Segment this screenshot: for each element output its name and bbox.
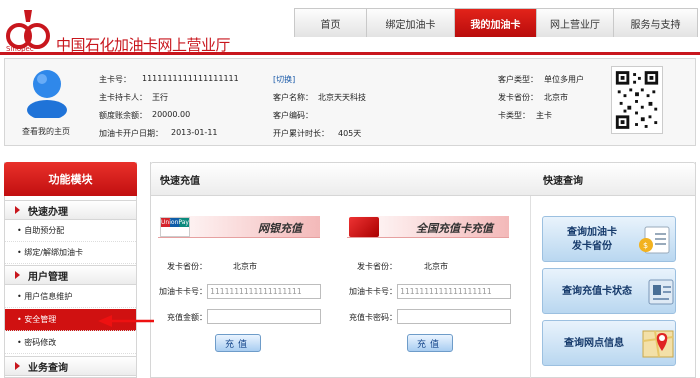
query-prepaid-status-button[interactable]: 查询充值卡状态 [542, 268, 676, 314]
nav-service-support[interactable]: 服务与支持 [614, 9, 697, 37]
customer-name-label: 客户名称： [273, 93, 313, 102]
nav-my-card[interactable]: 我的加油卡 [455, 9, 537, 37]
bank-province-label: 发卡省份： [167, 262, 207, 271]
column-divider [530, 196, 531, 378]
query-label: 查询网点信息 [564, 338, 624, 349]
main-header-bar [150, 162, 696, 196]
bank-province-value: 北京市 [233, 262, 257, 271]
open-date-label: 加油卡开户日期： [99, 129, 163, 138]
map-pin-icon [642, 330, 674, 358]
prepaid-card-icon [349, 217, 379, 237]
sidebar-title: 功能模块 [4, 162, 137, 196]
bank-amount-input[interactable] [207, 309, 321, 324]
nav-home[interactable]: 首页 [295, 9, 367, 37]
main-card-no-label: 主卡号： [99, 75, 131, 84]
bank-card-no-input[interactable]: 1111111111111111111 [207, 284, 321, 299]
card-list-icon: $ [639, 226, 670, 254]
triangle-right-icon [15, 206, 20, 214]
switch-card-link[interactable]: [切换] [273, 74, 295, 85]
item-label: 自助预分配 [24, 226, 65, 235]
sidebar-item-bind-unbind[interactable]: • 绑定/解绑加油卡 [5, 242, 136, 264]
qr-code [611, 66, 663, 134]
pointer-arrow [98, 315, 154, 327]
triangle-right-icon [15, 271, 20, 279]
bank-card-no-label: 加油卡卡号： [159, 287, 207, 296]
sidebar-item-user-info[interactable]: • 用户信息维护 [5, 286, 136, 308]
section-label: 业务查询 [28, 362, 68, 374]
sidebar-section-business-query[interactable]: 业务查询 [5, 356, 136, 376]
bank-recharge-button[interactable]: 充值 [215, 334, 261, 352]
sidebar-item-self-allocate[interactable]: • 自助预分配 [5, 220, 136, 242]
main-card-no: 1111111111111111111 [142, 74, 239, 83]
prepaid-recharge-title: 全国充值卡充值 [416, 222, 493, 235]
holder-label: 主卡持卡人： [99, 93, 147, 102]
query-label: 查询充值卡状态 [562, 286, 632, 297]
section-label: 快速办理 [28, 206, 68, 218]
sidebar-section-quick[interactable]: 快速办理 [5, 200, 136, 220]
recharge-title: 快速充值 [160, 176, 200, 187]
open-date-value: 2013-01-11 [171, 128, 218, 137]
holder-value: 王行 [152, 93, 168, 102]
avatar[interactable] [25, 66, 69, 118]
nav-bind-card[interactable]: 绑定加油卡 [367, 9, 455, 37]
balance-label: 额度账余额： [99, 111, 147, 120]
query-line1: 查询加油卡 [567, 227, 617, 238]
bank-amount-label: 充值金额： [167, 313, 207, 322]
query-outlet-info-button[interactable]: 查询网点信息 [542, 320, 676, 366]
nav-online-hall[interactable]: 网上营业厅 [537, 9, 614, 37]
prepaid-province-label: 发卡省份： [357, 262, 397, 271]
prepaid-password-label: 充值卡密码： [349, 313, 397, 322]
query-label: 查询加油卡 发卡省份 [551, 226, 633, 254]
header-divider [0, 52, 700, 55]
prepaid-password-input[interactable] [397, 309, 511, 324]
sidebar-section-user-mgmt[interactable]: 用户管理 [5, 265, 136, 285]
section-label: 用户管理 [28, 271, 68, 283]
view-homepage-link[interactable]: 查看我的主页 [22, 126, 70, 137]
customer-type-value: 单位多用户 [544, 75, 584, 84]
prepaid-card-no-label: 加油卡卡号： [349, 287, 397, 296]
customer-name-value: 北京天天科技 [318, 93, 366, 102]
main-nav: 首页 绑定加油卡 我的加油卡 网上营业厅 服务与支持 [294, 8, 698, 37]
balance-value: 20000.00 [152, 110, 191, 119]
prepaid-recharge-button[interactable]: 充值 [407, 334, 453, 352]
card-type-value: 主卡 [536, 111, 552, 120]
card-type-label: 卡类型： [498, 111, 530, 120]
id-card-icon [648, 279, 674, 305]
customer-code-label: 客户编码： [273, 111, 313, 120]
unionpay-logo: UnionPay 银联 [160, 217, 190, 237]
bank-recharge-title: 网银充值 [258, 222, 302, 235]
sidebar-item-password[interactable]: • 密码修改 [5, 332, 136, 354]
item-label: 安全管理 [24, 315, 57, 324]
prepaid-card-no-input[interactable]: 1111111111111111111 [397, 284, 511, 299]
province-label: 发卡省份： [498, 93, 538, 102]
svg-text:$: $ [643, 241, 648, 250]
query-title: 快速查询 [543, 176, 583, 187]
unionpay-logo-text: UnionPay 银联 [161, 218, 189, 235]
svg-text:Sinopec: Sinopec [6, 45, 34, 52]
open-days-value: 405天 [338, 129, 362, 138]
open-days-label: 开户累计时长： [273, 129, 329, 138]
province-value: 北京市 [544, 93, 568, 102]
triangle-right-icon [15, 362, 20, 370]
query-line2: 发卡省份 [572, 241, 612, 252]
sinopec-logo: Sinopec [6, 10, 50, 52]
customer-type-label: 客户类型： [498, 75, 538, 84]
prepaid-province-value: 北京市 [424, 262, 448, 271]
item-label: 绑定/解绑加油卡 [24, 248, 83, 257]
item-label: 密码修改 [24, 338, 57, 347]
query-card-province-button[interactable]: 查询加油卡发卡省份 $ [542, 216, 676, 262]
item-label: 用户信息维护 [24, 292, 73, 301]
